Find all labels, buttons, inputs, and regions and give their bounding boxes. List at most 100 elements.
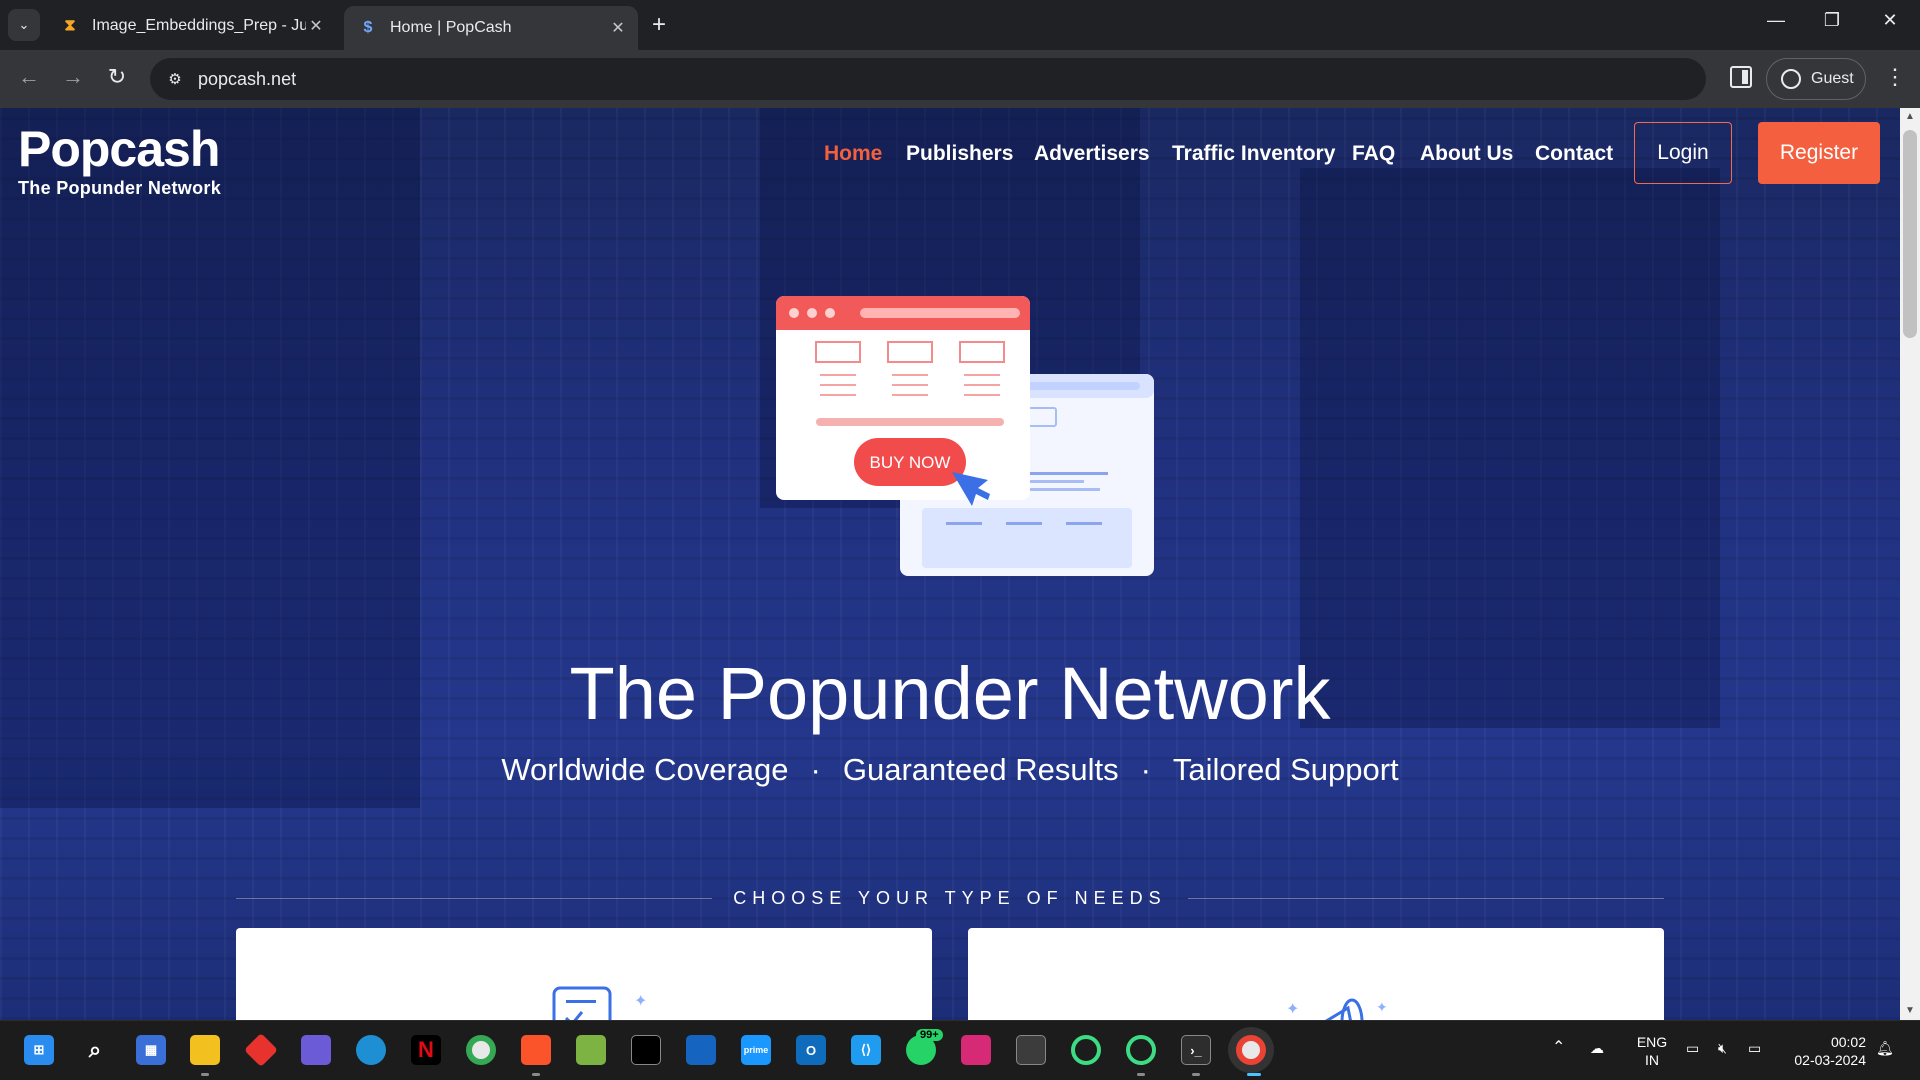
- close-tab-icon[interactable]: ✕: [306, 16, 326, 36]
- nav-faq[interactable]: FAQ: [1352, 142, 1395, 166]
- clock[interactable]: 00:02 02-03-2024: [1784, 1033, 1866, 1069]
- hourglass-icon: ⧗: [64, 17, 76, 34]
- tab-jupyter[interactable]: ⧗ Image_Embeddings_Prep - Jupy ✕: [46, 6, 336, 46]
- hero-point: Worldwide Coverage: [501, 752, 789, 787]
- svg-text:✦: ✦: [1376, 999, 1388, 1015]
- date: 02-03-2024: [1794, 1052, 1866, 1068]
- windows-taskbar: ⊞ ⌕ ▦ N prime O ⟨⟩ 99+ ›_ ⌃ ☁ ENG IN ▭ 🔇…: [0, 1020, 1920, 1080]
- divider-line: [1188, 898, 1664, 899]
- nav-advertisers[interactable]: Advertisers: [1034, 142, 1150, 166]
- outlook-icon[interactable]: O: [796, 1035, 826, 1065]
- menu-kebab-icon[interactable]: ⋮: [1884, 64, 1906, 90]
- app-green-ring-2-icon[interactable]: [1126, 1035, 1156, 1065]
- show-hidden-icons[interactable]: ⌃: [1552, 1039, 1565, 1057]
- network-icon[interactable]: ▭: [1686, 1039, 1699, 1057]
- running-indicator: [201, 1073, 209, 1076]
- new-tab-button[interactable]: +: [652, 12, 666, 38]
- volume-muted-icon[interactable]: 🔇︎: [1718, 1039, 1727, 1057]
- hero-subtitle: Worldwide Coverage · Guaranteed Results · Ta…: [0, 752, 1900, 788]
- region-code: IN: [1645, 1052, 1659, 1068]
- nav-publishers[interactable]: Publishers: [906, 142, 1013, 166]
- svg-text:✦: ✦: [634, 993, 647, 1010]
- chrome-icon[interactable]: [466, 1035, 496, 1065]
- store-icon[interactable]: ▦: [136, 1035, 166, 1065]
- brand-tagline: The Popunder Network: [18, 178, 222, 198]
- tab-strip: ⌄ ⧗ Image_Embeddings_Prep - Jupy ✕ $ Hom…: [0, 0, 1920, 50]
- brave-icon[interactable]: [521, 1035, 551, 1065]
- back-arrow-icon[interactable]: ←: [14, 64, 44, 90]
- profile-button[interactable]: Guest: [1766, 58, 1866, 100]
- running-indicator: [532, 1073, 540, 1076]
- onedrive-icon[interactable]: ☁: [1590, 1039, 1604, 1057]
- search-icon[interactable]: ⌕: [80, 1035, 110, 1065]
- browser-toolbar: ← → ↻ ⚙ popcash.net Guest ⋮: [0, 50, 1920, 108]
- register-button[interactable]: Register: [1758, 122, 1880, 184]
- hero-illustration: BUY NOW: [776, 296, 1154, 576]
- app-red-icon[interactable]: [244, 1033, 278, 1067]
- profile-icon: [1781, 69, 1801, 89]
- publisher-card-icon: ✦ ✦: [552, 986, 647, 1020]
- copilot-icon[interactable]: [301, 1035, 331, 1065]
- chrome-active-icon[interactable]: [1236, 1035, 1266, 1065]
- scrollbar-thumb[interactable]: [1903, 130, 1917, 338]
- separator-dot: ·: [810, 752, 821, 787]
- side-panel-icon[interactable]: [1730, 66, 1752, 88]
- site-info-icon[interactable]: ⚙: [164, 68, 186, 90]
- tab-popcash[interactable]: $ Home | PopCash ✕: [344, 6, 638, 50]
- publisher-card[interactable]: ✦ ✦: [236, 928, 932, 1020]
- restore-icon[interactable]: ❐: [1812, 10, 1852, 31]
- nav-home[interactable]: Home: [824, 142, 882, 166]
- buy-now-label: BUY NOW: [870, 453, 951, 472]
- edge-icon[interactable]: [356, 1035, 386, 1065]
- app-window-icon[interactable]: [1016, 1035, 1046, 1065]
- app-blue-icon[interactable]: [686, 1035, 716, 1065]
- nav-about-us[interactable]: About Us: [1420, 142, 1513, 166]
- background-building: [1300, 168, 1720, 728]
- advertiser-card[interactable]: ✦ ✦ ✦: [968, 928, 1664, 1020]
- brand-name: Popcash: [18, 121, 220, 177]
- hero-title: The Popunder Network: [569, 652, 1331, 735]
- dollar-icon: $: [363, 19, 373, 36]
- windows-start-icon[interactable]: ⊞: [24, 1035, 54, 1065]
- url-text[interactable]: popcash.net: [198, 69, 296, 90]
- hero-point: Tailored Support: [1172, 752, 1399, 787]
- time: 00:02: [1830, 1034, 1866, 1050]
- scroll-up-icon[interactable]: ▲: [1900, 108, 1920, 126]
- login-button[interactable]: Login: [1634, 122, 1732, 184]
- app-green-ring-icon[interactable]: [1071, 1035, 1101, 1065]
- instagram-icon[interactable]: [961, 1035, 991, 1065]
- reload-icon[interactable]: ↻: [102, 64, 132, 90]
- lang-code: ENG: [1636, 1034, 1668, 1050]
- svg-text:✦: ✦: [1286, 1001, 1299, 1018]
- notepad-icon[interactable]: [576, 1035, 606, 1065]
- separator-dot: ·: [1140, 752, 1151, 787]
- terminal-2-icon[interactable]: ›_: [1181, 1035, 1211, 1065]
- site-logo[interactable]: Popcash The Popunder Network: [18, 124, 221, 199]
- profile-label: Guest: [1811, 70, 1854, 87]
- prime-video-icon[interactable]: prime: [741, 1035, 771, 1065]
- forward-arrow-icon[interactable]: →: [58, 64, 88, 90]
- nav-traffic-inventory[interactable]: Traffic Inventory: [1172, 142, 1335, 166]
- terminal-icon[interactable]: [631, 1035, 661, 1065]
- hero-point: Guaranteed Results: [842, 752, 1119, 787]
- advertiser-card-icon: ✦ ✦ ✦: [1286, 998, 1388, 1020]
- tab-title: Home | PopCash: [390, 19, 512, 36]
- notification-badge: 99+: [916, 1029, 943, 1041]
- netflix-icon[interactable]: N: [411, 1035, 441, 1065]
- file-explorer-icon[interactable]: [190, 1035, 220, 1065]
- scroll-down-icon[interactable]: ▼: [1900, 1002, 1920, 1020]
- tab-search-button[interactable]: ⌄: [8, 9, 40, 41]
- tab-title: Image_Embeddings_Prep - Jupy: [92, 17, 306, 34]
- active-indicator: [1247, 1073, 1261, 1076]
- running-indicator: [1192, 1073, 1200, 1076]
- address-bar[interactable]: ⚙ popcash.net: [150, 58, 1706, 100]
- language-indicator[interactable]: ENG IN: [1632, 1033, 1672, 1069]
- running-indicator: [1137, 1073, 1145, 1076]
- close-tab-icon[interactable]: ✕: [608, 18, 628, 38]
- notification-bell-icon[interactable]: 🔔︎: [1876, 1039, 1894, 1057]
- minimize-icon[interactable]: —: [1756, 10, 1796, 31]
- vscode-icon[interactable]: ⟨⟩: [851, 1035, 881, 1065]
- nav-contact[interactable]: Contact: [1535, 142, 1613, 166]
- battery-icon[interactable]: ▭: [1748, 1039, 1761, 1057]
- close-window-icon[interactable]: ✕: [1870, 10, 1910, 31]
